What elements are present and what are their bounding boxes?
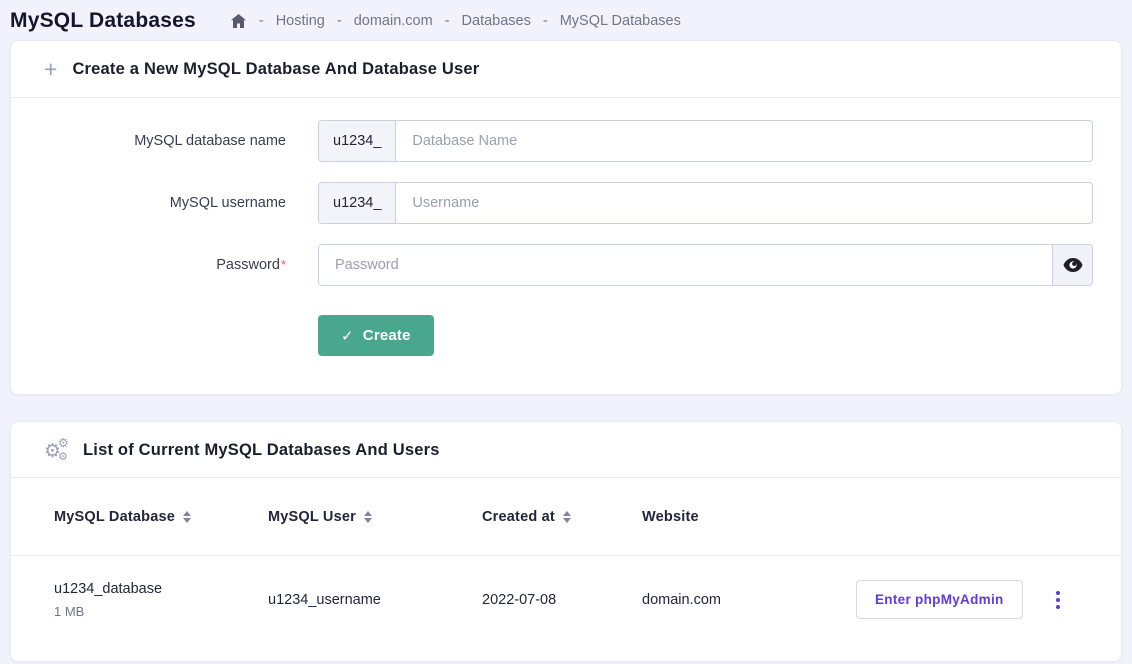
table-row: u1234_database 1 MB u1234_username 2022-… (11, 556, 1121, 641)
gears-icon: ⚙ ⚙ ⚙ (44, 439, 68, 461)
cell-actions: Enter phpMyAdmin (856, 580, 1121, 619)
database-name: u1234_database (54, 581, 268, 597)
database-list-card: ⚙ ⚙ ⚙ List of Current MySQL Databases An… (10, 421, 1122, 662)
create-button-label: Create (363, 327, 411, 344)
username-input[interactable] (396, 183, 1092, 223)
breadcrumb-separator: - (337, 13, 342, 29)
cell-user: u1234_username (268, 592, 482, 608)
breadcrumb-item-hosting[interactable]: Hosting (276, 13, 325, 29)
breadcrumb-separator: - (543, 13, 548, 29)
breadcrumb: - Hosting - domain.com - Databases - MyS… (230, 13, 681, 29)
password-row: Password* (11, 244, 1093, 286)
create-database-form: MySQL database name u1234_ MySQL usernam… (11, 98, 1121, 394)
database-name-row: MySQL database name u1234_ (11, 120, 1093, 162)
password-input[interactable] (319, 245, 1052, 285)
databases-table: MySQL Database MySQL User Created at Web… (11, 478, 1121, 661)
username-label: MySQL username (11, 195, 318, 211)
username-input-group: u1234_ (318, 182, 1093, 224)
database-name-input[interactable] (396, 121, 1092, 161)
username-prefix: u1234_ (319, 183, 396, 223)
breadcrumb-item-databases[interactable]: Databases (462, 13, 531, 29)
database-name-input-group: u1234_ (318, 120, 1093, 162)
cell-database-name: u1234_database 1 MB (54, 581, 268, 619)
create-card-header: + Create a New MySQL Database And Databa… (11, 41, 1121, 98)
password-input-group (318, 244, 1093, 286)
cell-website: domain.com (642, 592, 856, 608)
eye-icon (1063, 258, 1083, 272)
breadcrumb-item-mysql-databases: MySQL Databases (560, 13, 681, 29)
enter-phpmyadmin-button[interactable]: Enter phpMyAdmin (856, 580, 1023, 619)
row-actions-menu-button[interactable] (1050, 585, 1066, 615)
check-icon: ✓ (341, 327, 354, 345)
top-bar: MySQL Databases - Hosting - domain.com -… (0, 0, 1132, 40)
cell-created-at: 2022-07-08 (482, 592, 642, 608)
create-database-card: + Create a New MySQL Database And Databa… (10, 40, 1122, 395)
list-card-header: ⚙ ⚙ ⚙ List of Current MySQL Databases An… (11, 422, 1121, 478)
column-header-mysql-database[interactable]: MySQL Database (54, 509, 268, 525)
column-header-website: Website (642, 509, 856, 525)
create-card-title: Create a New MySQL Database And Database… (72, 60, 479, 79)
kebab-dot (1056, 605, 1060, 609)
sort-icon[interactable] (183, 511, 191, 523)
column-header-mysql-user[interactable]: MySQL User (268, 509, 482, 525)
table-header-row: MySQL Database MySQL User Created at Web… (11, 478, 1121, 556)
toggle-password-visibility-button[interactable] (1052, 245, 1092, 285)
kebab-dot (1056, 591, 1060, 595)
username-row: MySQL username u1234_ (11, 182, 1093, 224)
home-icon[interactable] (230, 13, 247, 29)
list-card-title: List of Current MySQL Databases And User… (83, 441, 440, 460)
create-button[interactable]: ✓ Create (318, 315, 434, 356)
sort-icon[interactable] (563, 511, 571, 523)
sort-icon[interactable] (364, 511, 372, 523)
page-title: MySQL Databases (10, 9, 196, 33)
create-button-row: ✓ Create (11, 315, 1093, 356)
breadcrumb-separator: - (259, 13, 264, 29)
column-header-created-at[interactable]: Created at (482, 509, 642, 525)
database-name-label: MySQL database name (11, 133, 318, 149)
password-label: Password* (11, 257, 318, 273)
database-name-prefix: u1234_ (319, 121, 396, 161)
required-asterisk: * (281, 257, 286, 272)
database-size: 1 MB (54, 604, 268, 619)
breadcrumb-separator: - (445, 13, 450, 29)
breadcrumb-item-domain[interactable]: domain.com (354, 13, 433, 29)
plus-icon: + (44, 58, 57, 81)
kebab-dot (1056, 598, 1060, 602)
